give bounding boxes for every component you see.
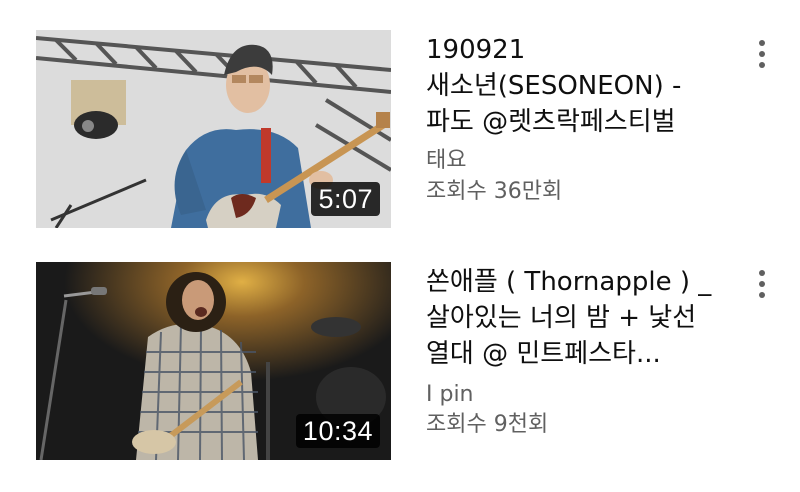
menu-dot [759, 281, 765, 287]
video-title[interactable]: 190921 새소년(SESONEON) - 파도 @렛츠락페스티벌 [426, 32, 736, 140]
channel-name[interactable]: 태요 [426, 146, 466, 176]
view-count: 조회수 36만회 [426, 179, 563, 204]
more-vert-icon[interactable] [750, 266, 774, 302]
menu-dot [759, 292, 765, 298]
menu-dot [759, 270, 765, 276]
menu-dot [759, 40, 765, 46]
menu-dot [759, 51, 765, 57]
menu-dot [759, 62, 765, 68]
video-duration: 10:34 [295, 414, 380, 448]
channel-name[interactable]: I pin [426, 380, 474, 410]
video-duration: 5:07 [311, 182, 380, 216]
more-vert-icon[interactable] [750, 36, 774, 72]
video-thumbnail[interactable]: 10:34 [36, 262, 391, 460]
view-count: 조회수 9천회 [426, 412, 549, 437]
video-feed: 5:07 190921 새소년(SESONEON) - 파도 @렛츠락페스티벌 … [0, 0, 800, 492]
video-thumbnail[interactable]: 5:07 [36, 30, 391, 228]
video-title[interactable]: 쏜애플 ( Thornapple ) _ 살아있는 너의 밤 + 낯선 열대 @… [426, 264, 736, 372]
video-item[interactable]: 10:34 쏜애플 ( Thornapple ) _ 살아있는 너의 밤 + 낯… [0, 262, 800, 462]
video-item[interactable]: 5:07 190921 새소년(SESONEON) - 파도 @렛츠락페스티벌 … [0, 30, 800, 230]
